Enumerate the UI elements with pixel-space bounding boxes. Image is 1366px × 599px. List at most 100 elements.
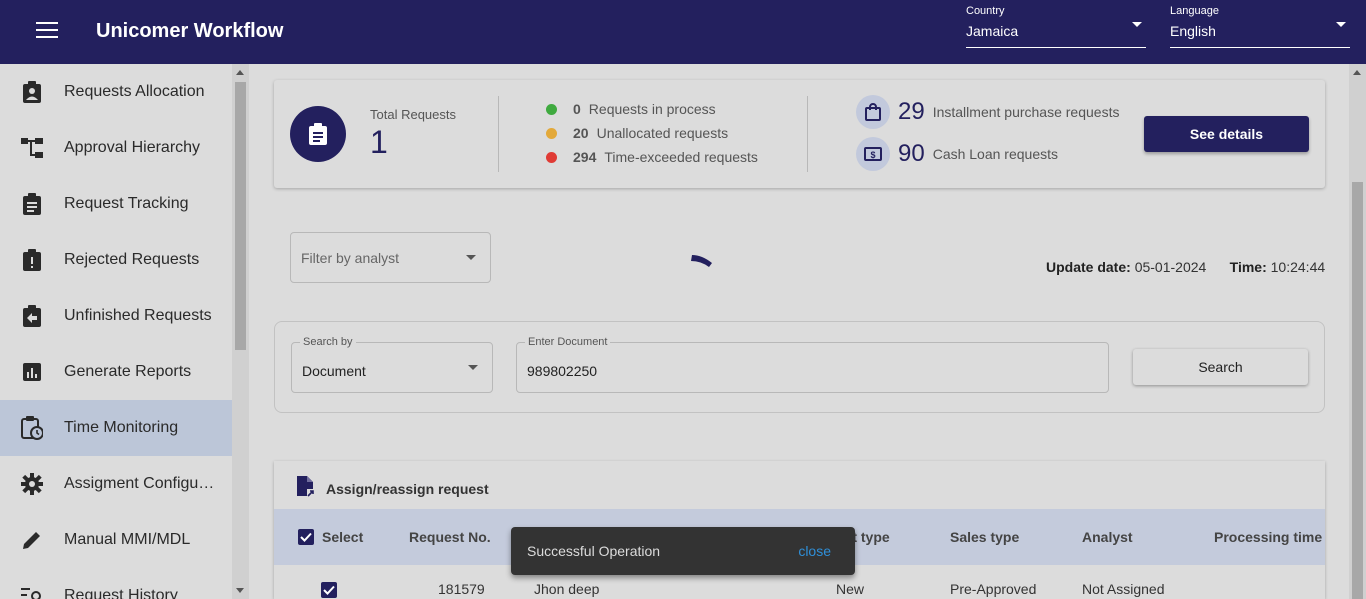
select-all-checkbox[interactable]: Select: [298, 529, 363, 545]
document-input[interactable]: Enter Document 989802250: [516, 336, 1109, 393]
sidebar-scrollbar[interactable]: [232, 64, 249, 599]
caret-down-icon: [1336, 22, 1346, 27]
column-processing-time[interactable]: Processing time: [1214, 529, 1322, 545]
search-by-label: Search by: [300, 336, 356, 348]
column-analyst[interactable]: Analyst: [1082, 529, 1133, 545]
stat-in-process: 0 Requests in process: [546, 99, 716, 119]
hierarchy-icon: [20, 136, 44, 160]
clipboard-arrow-left-icon: [20, 304, 44, 328]
gear-icon: [20, 472, 44, 496]
snackbar-close-button[interactable]: close: [798, 543, 831, 559]
update-info: Update date: 05-01-2024 Time: 10:24:44: [1046, 259, 1325, 275]
sidebar-item-generate-reports[interactable]: Generate Reports: [0, 344, 232, 400]
sidebar-item-manual-mmi-mdl[interactable]: Manual MMI/MDL: [0, 512, 232, 568]
cell-sales-type: Pre-Approved: [950, 581, 1037, 597]
clipboard-text-icon: [20, 192, 44, 216]
clipboard-clock-icon: [20, 416, 44, 440]
caret-down-icon: [468, 365, 478, 370]
chart-box-icon: [20, 360, 44, 384]
scrollbar-thumb[interactable]: [1352, 182, 1363, 599]
total-requests-label: Total Requests: [370, 107, 456, 122]
sidebar-item-rejected-requests[interactable]: Rejected Requests: [0, 232, 232, 288]
sidebar-item-label: Request Tracking: [64, 195, 189, 212]
stat-label: Requests in process: [588, 101, 716, 117]
clipboard-alert-icon: [20, 248, 44, 272]
search-button[interactable]: Search: [1133, 349, 1308, 385]
sidebar-item-requests-allocation[interactable]: Requests Allocation: [0, 64, 232, 120]
installment-requests: 29 Installment purchase requests: [856, 95, 1119, 129]
clipboard-icon: [290, 106, 346, 162]
caret-down-icon: [1132, 22, 1142, 27]
stat-label: Time-exceeded requests: [604, 149, 758, 165]
stat-label: Unallocated requests: [596, 125, 729, 141]
sidebar-item-assignment-configuration[interactable]: Assigment Configur...: [0, 456, 232, 512]
update-time-label: Time:: [1229, 259, 1267, 275]
document-value: 989802250: [527, 363, 598, 379]
snackbar-message: Successful Operation: [527, 543, 661, 559]
sidebar-item-label: Assigment Configur...: [64, 475, 216, 492]
sidebar-item-label: Request History: [64, 587, 178, 599]
cash-loan-label: Cash Loan requests: [932, 146, 1059, 162]
scroll-up-arrow-icon[interactable]: [236, 70, 244, 75]
see-details-button[interactable]: See details: [1144, 116, 1309, 152]
menu-icon[interactable]: [36, 22, 58, 42]
green-status-dot-icon: [546, 103, 557, 115]
document-label: Enter Document: [525, 336, 611, 348]
table-title: Assign/reassign request: [326, 480, 489, 497]
search-by-select[interactable]: Search by Document: [291, 336, 493, 393]
clipboard-account-icon: [20, 80, 44, 104]
installment-label: Installment purchase requests: [932, 104, 1120, 120]
sidebar-item-request-history[interactable]: Request History: [0, 568, 232, 599]
app-title: Unicomer Workflow: [96, 20, 284, 42]
search-by-value: Document: [302, 363, 366, 379]
column-request-no[interactable]: Request No.: [409, 529, 491, 545]
orange-status-dot-icon: [546, 127, 557, 139]
sidebar-item-label: Requests Allocation: [64, 83, 205, 100]
country-select[interactable]: Country Jamaica: [966, 4, 1146, 48]
cash-loan-count: 90: [898, 140, 925, 167]
sidebar-item-approval-hierarchy[interactable]: Approval Hierarchy: [0, 120, 232, 176]
divider: [807, 96, 808, 172]
column-sales-type[interactable]: Sales type: [950, 529, 1019, 545]
assign-document-icon: [296, 475, 314, 502]
country-value: Jamaica: [966, 23, 1019, 39]
row-checkbox[interactable]: [321, 582, 337, 598]
stat-count: 0: [573, 101, 581, 117]
scroll-up-arrow-icon[interactable]: [1353, 70, 1361, 75]
table-header-title: Assign/reassign request: [296, 475, 489, 502]
caret-down-icon: [466, 255, 476, 260]
search-card: Search by Document Enter Document 989802…: [274, 321, 1325, 413]
language-select[interactable]: Language English: [1170, 4, 1350, 48]
cell-analyst: Not Assigned: [1082, 581, 1165, 597]
column-select: Select: [322, 529, 364, 545]
filter-by-analyst-select[interactable]: Filter by analyst: [290, 232, 491, 283]
red-status-dot-icon: [546, 151, 557, 163]
sidebar-item-label: Rejected Requests: [64, 251, 200, 268]
sidebar: Requests Allocation Approval Hierarchy R…: [0, 64, 232, 599]
language-label: Language: [1170, 5, 1219, 17]
list-search-icon: [20, 584, 44, 599]
update-time-value: 10:24:44: [1270, 259, 1326, 275]
cash-loan-requests: $ 90 Cash Loan requests: [856, 137, 1058, 171]
installment-count: 29: [898, 98, 925, 125]
sidebar-item-time-monitoring[interactable]: Time Monitoring: [0, 400, 232, 456]
sidebar-item-unfinished-requests[interactable]: Unfinished Requests: [0, 288, 232, 344]
filter-placeholder: Filter by analyst: [301, 250, 400, 266]
svg-text:$: $: [870, 150, 875, 160]
cell-name: Jhon deep: [534, 581, 600, 597]
scroll-down-arrow-icon[interactable]: [236, 588, 244, 593]
update-date-label: Update date:: [1046, 259, 1131, 275]
shopping-bag-icon: [856, 95, 890, 129]
cash-icon: $: [856, 137, 890, 171]
pencil-icon: [20, 528, 44, 552]
main-scrollbar[interactable]: [1349, 64, 1366, 599]
cell-request-no: 181579: [438, 581, 485, 597]
stat-count: 294: [573, 149, 597, 165]
sidebar-item-label: Time Monitoring: [64, 419, 179, 436]
checkbox-checked-icon: [298, 529, 314, 545]
sidebar-item-request-tracking[interactable]: Request Tracking: [0, 176, 232, 232]
sidebar-item-label: Generate Reports: [64, 363, 192, 380]
language-value: English: [1170, 23, 1216, 39]
snackbar: Successful Operation close: [511, 527, 855, 575]
scrollbar-thumb[interactable]: [235, 82, 246, 350]
